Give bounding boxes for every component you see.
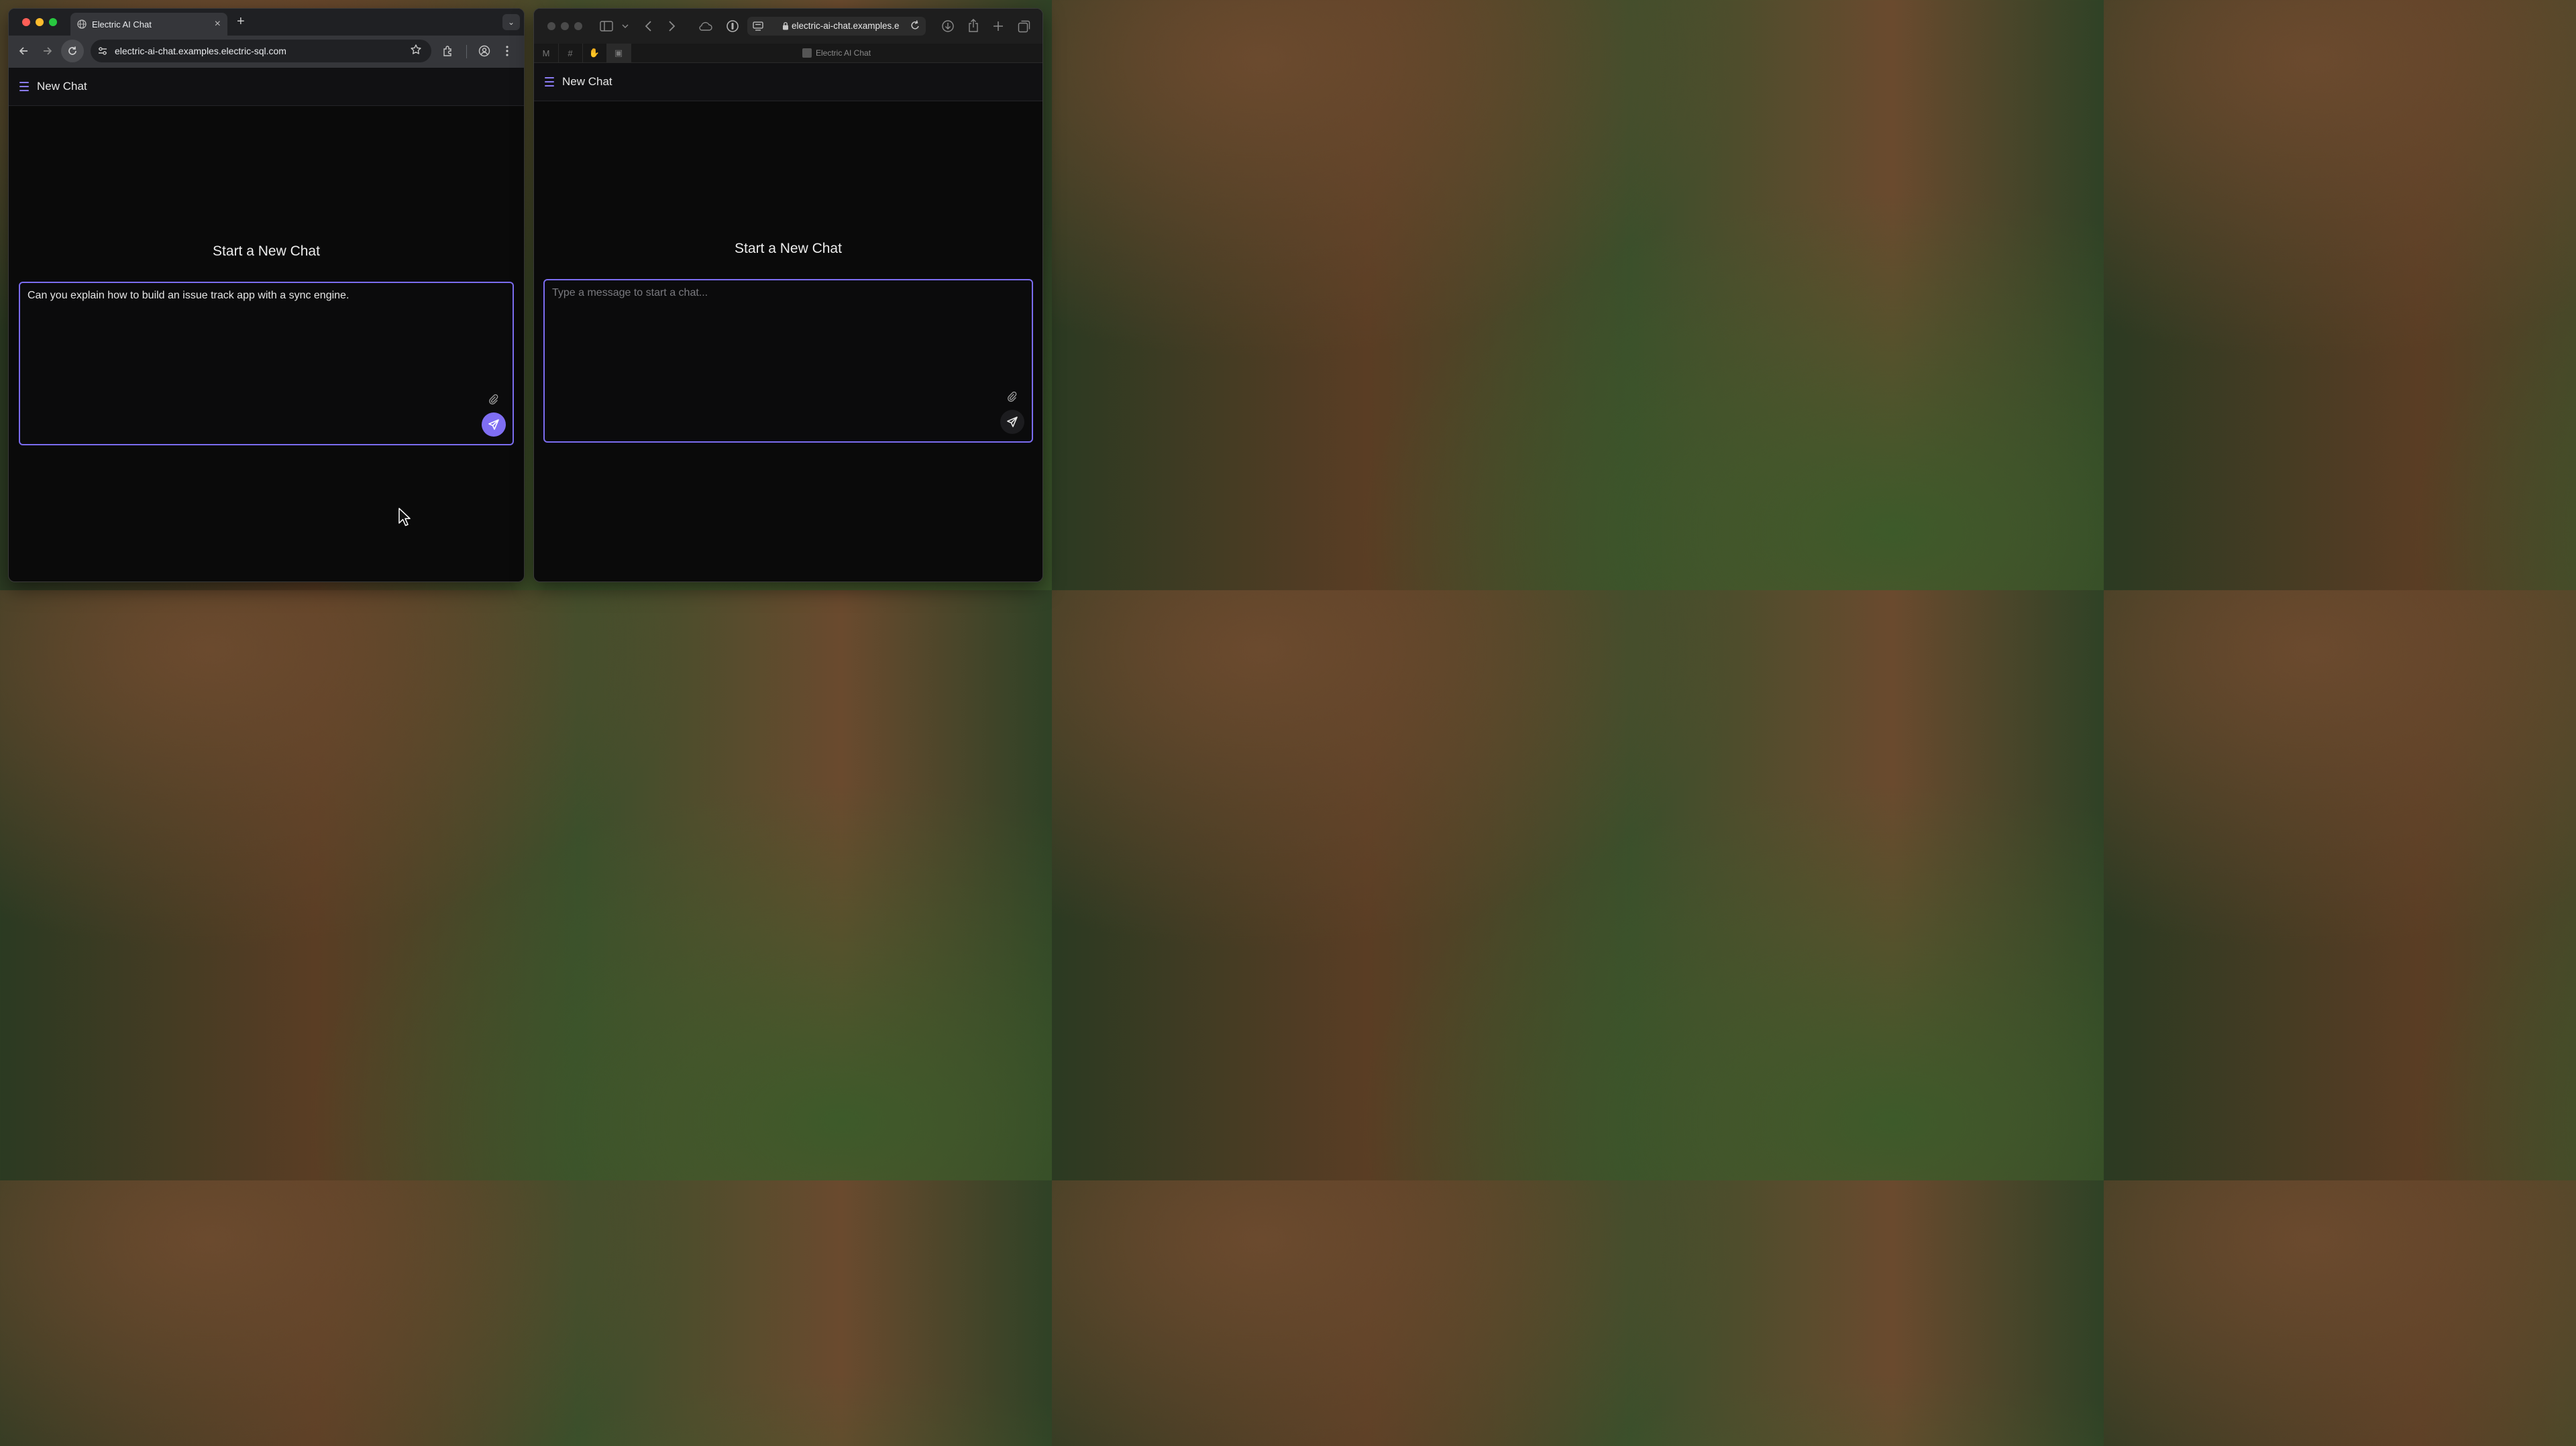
new-tab-icon[interactable] xyxy=(993,21,1004,32)
message-text: Can you explain how to build an issue tr… xyxy=(28,290,350,301)
paper-plane-icon xyxy=(488,419,499,430)
address-bar[interactable]: electric-ai-chat.examples.e xyxy=(747,17,926,36)
tab-close-icon[interactable]: × xyxy=(215,18,221,30)
pinned-tab-slack[interactable]: # xyxy=(558,44,583,62)
send-button[interactable] xyxy=(482,412,506,437)
downloads-icon[interactable] xyxy=(941,19,955,33)
profile-icon[interactable] xyxy=(478,45,490,57)
address-bar[interactable]: electric-ai-chat.examples.electric-sql.c… xyxy=(91,40,431,62)
new-tab-button[interactable]: + xyxy=(237,14,245,30)
send-button[interactable] xyxy=(1000,410,1024,434)
reload-icon[interactable] xyxy=(910,19,920,32)
chrome-window: Electric AI Chat × + ⌄ electric-ai-chat.… xyxy=(8,8,525,582)
message-input[interactable]: Can you explain how to build an issue tr… xyxy=(19,282,514,445)
back-arrow-icon[interactable] xyxy=(18,46,29,56)
pinned-tab-app[interactable]: ▣ xyxy=(606,44,631,62)
forward-arrow-icon[interactable] xyxy=(668,20,676,32)
favicon-icon xyxy=(802,48,812,58)
chevron-down-icon[interactable] xyxy=(622,23,629,29)
url-text: electric-ai-chat.examples.electric-sql.c… xyxy=(115,46,286,56)
pinned-tab-gmail[interactable]: M xyxy=(534,44,559,62)
page-menu-icon[interactable] xyxy=(753,21,763,31)
tab-overview-icon[interactable] xyxy=(1018,19,1031,33)
extensions-puzzle-icon[interactable] xyxy=(442,45,454,57)
window-controls xyxy=(22,18,57,26)
sidebar-icon[interactable] xyxy=(600,21,613,32)
app-header: New Chat xyxy=(9,68,524,106)
pinned-tab-hand[interactable]: ✋ xyxy=(582,44,607,62)
minimize-window-button[interactable] xyxy=(561,22,569,30)
app-header: New Chat xyxy=(534,63,1042,101)
paperclip-icon[interactable] xyxy=(1006,390,1017,402)
message-input[interactable]: Type a message to start a chat... xyxy=(543,279,1033,443)
safari-window: electric-ai-chat.examples.e M # ✋ ▣ Elec… xyxy=(533,8,1043,582)
lock-icon xyxy=(783,21,788,30)
more-menu-icon[interactable] xyxy=(505,45,509,57)
hamburger-icon[interactable] xyxy=(545,77,555,87)
minimize-window-button[interactable] xyxy=(36,18,44,26)
safari-toolbar: electric-ai-chat.examples.e xyxy=(534,9,1042,44)
hamburger-icon[interactable] xyxy=(19,82,30,91)
forward-arrow-icon[interactable] xyxy=(42,46,53,56)
start-new-chat-heading: Start a New Chat xyxy=(735,241,842,256)
mouse-cursor-icon xyxy=(398,508,411,526)
tab-title: Electric AI Chat xyxy=(816,48,871,58)
reload-icon xyxy=(68,46,76,55)
safari-tab-strip: M # ✋ ▣ Electric AI Chat xyxy=(534,44,1042,63)
toolbar-divider xyxy=(466,45,467,58)
reload-button[interactable] xyxy=(61,40,84,62)
page-title: New Chat xyxy=(37,80,87,93)
globe-icon xyxy=(77,19,87,29)
paperclip-icon[interactable] xyxy=(488,393,498,405)
back-arrow-icon[interactable] xyxy=(644,20,652,32)
share-icon[interactable] xyxy=(967,19,979,32)
chrome-toolbar: electric-ai-chat.examples.electric-sql.c… xyxy=(9,36,524,68)
icloud-icon[interactable] xyxy=(698,21,712,32)
tab-search-button[interactable]: ⌄ xyxy=(502,14,520,30)
tab-electric-ai-chat[interactable]: Electric AI Chat × xyxy=(70,13,227,36)
tab-title: Electric AI Chat xyxy=(92,19,152,30)
message-placeholder: Type a message to start a chat... xyxy=(552,287,708,298)
url-text: electric-ai-chat.examples.e xyxy=(792,21,900,31)
page-title: New Chat xyxy=(562,75,612,88)
zoom-window-button[interactable] xyxy=(49,18,57,26)
bookmark-star-icon[interactable] xyxy=(410,44,422,56)
chrome-tab-bar: Electric AI Chat × + ⌄ xyxy=(9,9,524,36)
site-settings-icon[interactable] xyxy=(97,46,108,56)
tab-electric-ai-chat[interactable]: Electric AI Chat xyxy=(802,48,871,58)
password-extension-icon[interactable] xyxy=(726,19,739,33)
zoom-window-button[interactable] xyxy=(574,22,582,30)
paper-plane-icon xyxy=(1007,416,1018,427)
close-window-button[interactable] xyxy=(22,18,30,26)
close-window-button[interactable] xyxy=(547,22,555,30)
start-new-chat-heading: Start a New Chat xyxy=(213,243,320,259)
window-controls xyxy=(547,22,582,30)
